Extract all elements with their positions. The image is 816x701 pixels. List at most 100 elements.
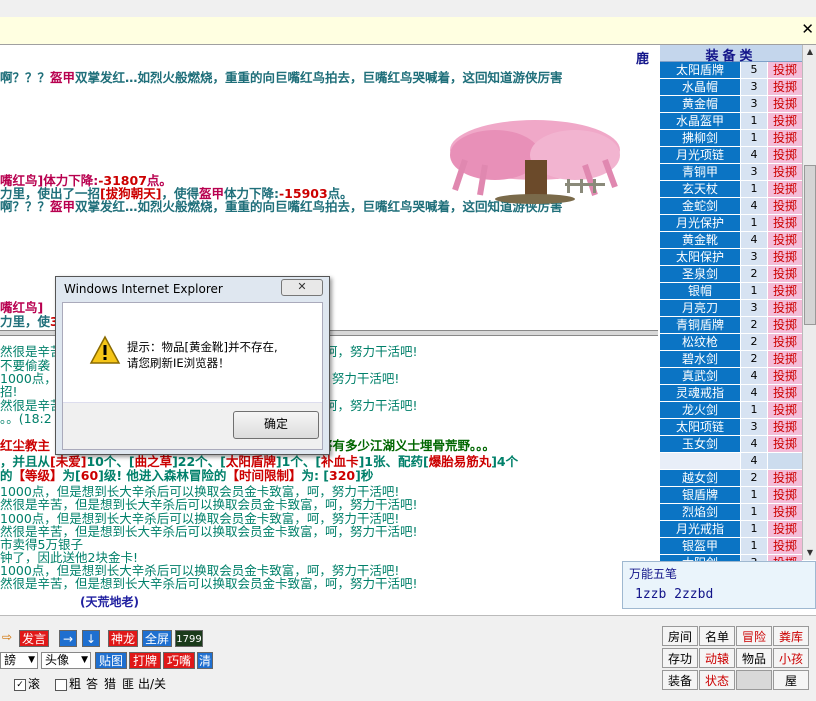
throw-button[interactable]: 投掷 — [767, 419, 802, 435]
equipment-name[interactable]: 青铜甲 — [660, 164, 740, 180]
action-button[interactable]: 状态 — [699, 670, 735, 690]
action-button[interactable]: 冒险 — [736, 626, 772, 646]
throw-button[interactable]: 投掷 — [767, 181, 802, 197]
throw-button[interactable]: 投掷 — [767, 130, 802, 146]
arrow-right-button[interactable]: → — [59, 630, 77, 647]
equipment-name[interactable]: 月光保护 — [660, 215, 740, 231]
throw-button[interactable]: 投掷 — [767, 368, 802, 384]
throw-button[interactable]: 投掷 — [767, 317, 802, 333]
qiaozui-button[interactable]: 巧嘴 — [163, 652, 195, 669]
throw-button[interactable]: 投掷 — [767, 232, 802, 248]
equipment-name[interactable]: 水晶帽 — [660, 79, 740, 95]
hunt-label[interactable]: 猎 — [104, 675, 116, 692]
dialog-body: 提示：物品[黄金靴]并不存在, 请您刷新IE浏览器！ 确定 — [62, 302, 323, 450]
throw-button[interactable]: 投掷 — [767, 96, 802, 112]
equipment-name[interactable]: 金蛇剑 — [660, 198, 740, 214]
action-button[interactable]: 物品 — [736, 648, 772, 668]
equipment-count: 2 — [740, 351, 767, 367]
equipment-name[interactable]: 月光项链 — [660, 147, 740, 163]
fullscreen-button[interactable]: 全屏 — [142, 630, 172, 647]
bold-checkbox[interactable]: 粗 — [55, 675, 81, 692]
equipment-name[interactable]: 月光戒指 — [660, 521, 740, 537]
action-button[interactable]: 存功 — [662, 648, 698, 668]
throw-button[interactable]: 投掷 — [767, 504, 802, 520]
throw-button[interactable]: 投掷 — [767, 215, 802, 231]
equipment-name[interactable]: 越女剑 — [660, 470, 740, 486]
throw-button[interactable]: 投掷 — [767, 351, 802, 367]
equipment-name[interactable]: 太阳项链 — [660, 419, 740, 435]
action-button[interactable]: 名单 — [699, 626, 735, 646]
scroll-down-icon[interactable]: ▼ — [803, 546, 816, 560]
equipment-name[interactable] — [660, 453, 740, 469]
bandit-label[interactable]: 匪 — [122, 675, 134, 692]
arrow-down-button[interactable]: ↓ — [82, 630, 100, 647]
throw-button[interactable]: 投掷 — [767, 521, 802, 537]
throw-button[interactable]: 投掷 — [767, 198, 802, 214]
avatar-select-value: 头像 — [45, 653, 70, 667]
action-button[interactable]: 装备 — [662, 670, 698, 690]
equipment-name[interactable]: 玉女剑 — [660, 436, 740, 452]
equipment-list: 太阳盾牌 5 投掷 水晶帽 3 投掷 黄金帽 3 投掷 水晶盔甲 1 投掷 拂柳剑 1 投掷 月光项链 4 投掷青… — [660, 62, 802, 589]
equipment-name[interactable]: 黄金靴 — [660, 232, 740, 248]
ok-button[interactable]: 确定 — [233, 411, 319, 439]
equipment-name[interactable]: 月亮刀 — [660, 300, 740, 316]
throw-button[interactable]: 投掷 — [767, 113, 802, 129]
speak-button[interactable]: 发言 — [19, 630, 49, 647]
throw-button[interactable]: 投掷 — [767, 147, 802, 163]
equipment-name[interactable]: 银盔甲 — [660, 538, 740, 554]
equipment-name[interactable]: 银盾牌 — [660, 487, 740, 503]
equipment-name[interactable]: 松纹枪 — [660, 334, 740, 350]
action-button[interactable]: 动辕 — [699, 648, 735, 668]
scroll-thumb[interactable] — [804, 165, 816, 325]
action-button[interactable]: 屋 — [773, 670, 809, 690]
equipment-name[interactable]: 水晶盔甲 — [660, 113, 740, 129]
equipment-row: 金蛇剑 4 投掷 — [660, 198, 802, 215]
throw-button[interactable]: 投掷 — [767, 334, 802, 350]
throw-button[interactable]: 投掷 — [767, 164, 802, 180]
close-icon[interactable]: ✕ — [281, 279, 323, 296]
equipment-name[interactable]: 龙火剑 — [660, 402, 740, 418]
close-icon[interactable]: ✕ — [801, 20, 814, 38]
equipment-name[interactable]: 太阳盾牌 — [660, 62, 740, 78]
clear-button[interactable]: 清 — [197, 652, 213, 669]
throw-button[interactable]: 投掷 — [767, 487, 802, 503]
equipment-row: 青铜盾牌 2 投掷 — [660, 317, 802, 334]
throw-button[interactable]: 投掷 — [767, 300, 802, 316]
dapai-button[interactable]: 打牌 — [129, 652, 161, 669]
equipment-name[interactable]: 太阳保护 — [660, 249, 740, 265]
throw-button[interactable]: 投掷 — [767, 283, 802, 299]
avatar-select[interactable]: 头像 ▼ — [41, 652, 91, 669]
equipment-scrollbar[interactable]: ▲ ▼ — [802, 45, 816, 560]
action-button[interactable]: 小孩 — [773, 648, 809, 668]
throw-button[interactable]: 投掷 — [767, 470, 802, 486]
scroll-up-icon[interactable]: ▲ — [803, 45, 816, 59]
throw-button[interactable]: 投掷 — [767, 538, 802, 554]
equipment-name[interactable]: 银帽 — [660, 283, 740, 299]
throw-button[interactable]: 投掷 — [767, 266, 802, 282]
equipment-name[interactable]: 青铜盾牌 — [660, 317, 740, 333]
answer-label[interactable]: 答 — [86, 675, 98, 692]
action-button[interactable] — [736, 670, 772, 690]
throw-button[interactable]: 投掷 — [767, 249, 802, 265]
action-button[interactable]: 粪库 — [773, 626, 809, 646]
equipment-name[interactable]: 黄金帽 — [660, 96, 740, 112]
equipment-name[interactable]: 圣泉剑 — [660, 266, 740, 282]
throw-button[interactable]: 投掷 — [767, 436, 802, 452]
throw-button[interactable]: 投掷 — [767, 79, 802, 95]
throw-button[interactable]: 投掷 — [767, 62, 802, 78]
shenlong-button[interactable]: 神龙 — [108, 630, 138, 647]
ime-candidates[interactable]: 1zzb 2zzbd — [635, 587, 713, 602]
equipment-name[interactable]: 拂柳剑 — [660, 130, 740, 146]
throw-button[interactable]: 投掷 — [767, 385, 802, 401]
tietu-button[interactable]: 贴图 — [95, 652, 127, 669]
equipment-name[interactable]: 玄天杖 — [660, 181, 740, 197]
equipment-name[interactable]: 灵魂戒指 — [660, 385, 740, 401]
throw-button[interactable]: 投掷 — [767, 402, 802, 418]
equipment-name[interactable]: 烈焰剑 — [660, 504, 740, 520]
action-button[interactable]: 房间 — [662, 626, 698, 646]
exit-label[interactable]: 出/关 — [138, 675, 166, 692]
emote-select[interactable]: 謗 ▼ — [0, 652, 38, 669]
equipment-name[interactable]: 碧水剑 — [660, 351, 740, 367]
equipment-name[interactable]: 真武剑 — [660, 368, 740, 384]
scroll-checkbox[interactable]: ✓ 滚 — [14, 675, 40, 692]
